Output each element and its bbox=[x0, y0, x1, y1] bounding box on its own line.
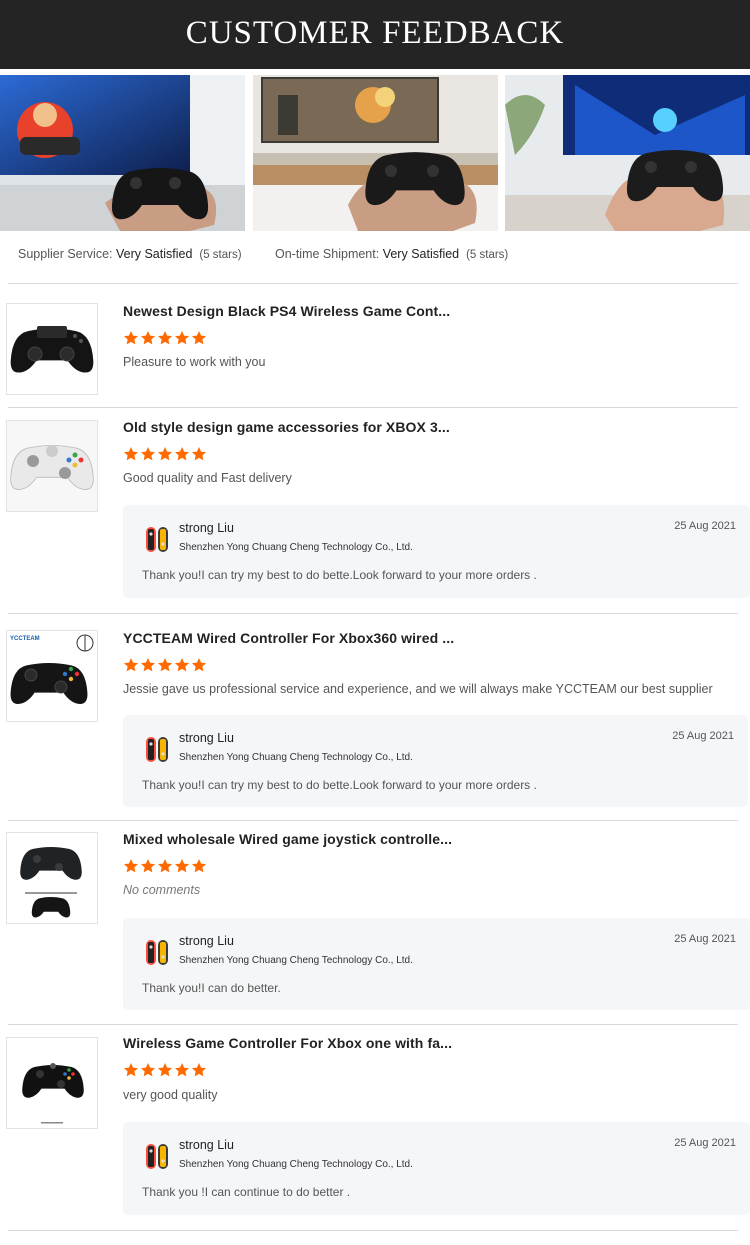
divider bbox=[8, 1230, 738, 1231]
reply-text: Thank you!I can do better. bbox=[142, 981, 281, 995]
star-icon bbox=[123, 657, 139, 673]
reply-author: strong Liu bbox=[179, 1138, 234, 1152]
star-icon bbox=[140, 657, 156, 673]
review-comment: No comments bbox=[123, 883, 201, 897]
supplier-logo-icon bbox=[145, 1143, 169, 1170]
review-comment: Good quality and Fast delivery bbox=[123, 471, 292, 485]
review-comment: very good quality bbox=[123, 1088, 218, 1102]
star-rating bbox=[123, 858, 208, 874]
star-rating bbox=[123, 657, 208, 673]
reply-author: strong Liu bbox=[179, 521, 234, 535]
divider bbox=[8, 283, 738, 284]
star-icon bbox=[123, 330, 139, 346]
star-icon bbox=[174, 1062, 190, 1078]
review-product-title[interactable]: YCCTEAM Wired Controller For Xbox360 wir… bbox=[123, 630, 454, 646]
star-icon bbox=[157, 858, 173, 874]
product-thumbnail[interactable] bbox=[6, 420, 98, 512]
star-icon bbox=[123, 858, 139, 874]
supplier-service-value: Very Satisfied bbox=[115, 247, 193, 261]
reply-company: Shenzhen Yong Chuang Cheng Technology Co… bbox=[179, 955, 413, 966]
supplier-logo-icon bbox=[145, 526, 169, 553]
divider bbox=[8, 407, 738, 408]
star-rating bbox=[123, 330, 208, 346]
supplier-logo-icon bbox=[145, 736, 169, 763]
review-comment: Jessie gave us professional service and … bbox=[123, 682, 713, 696]
star-icon bbox=[140, 330, 156, 346]
review-product-title[interactable]: Mixed wholesale Wired game joystick cont… bbox=[123, 831, 452, 847]
star-rating bbox=[123, 446, 208, 462]
star-icon bbox=[140, 1062, 156, 1078]
review-product-title[interactable]: Wireless Game Controller For Xbox one wi… bbox=[123, 1035, 452, 1051]
review-product-title[interactable]: Newest Design Black PS4 Wireless Game Co… bbox=[123, 303, 450, 319]
supplier-service-rating: Supplier Service: Very Satisfied (5 star… bbox=[18, 247, 242, 261]
divider bbox=[8, 820, 738, 821]
star-icon bbox=[191, 330, 207, 346]
product-thumbnail[interactable]: YCCTEAM bbox=[6, 630, 98, 722]
reply-date: 25 Aug 2021 bbox=[674, 933, 736, 945]
supplier-logo-icon bbox=[145, 939, 169, 966]
reply-company: Shenzhen Yong Chuang Cheng Technology Co… bbox=[179, 542, 413, 553]
supplier-reply: strong Liu Shenzhen Yong Chuang Cheng Te… bbox=[123, 1122, 750, 1215]
star-icon bbox=[191, 446, 207, 462]
star-icon bbox=[174, 858, 190, 874]
thumbnail-brand-text: YCCTEAM bbox=[10, 636, 40, 642]
star-icon bbox=[174, 446, 190, 462]
reply-company: Shenzhen Yong Chuang Cheng Technology Co… bbox=[179, 1159, 413, 1170]
shipment-value: Very Satisfied bbox=[382, 247, 460, 261]
reply-author: strong Liu bbox=[179, 731, 234, 745]
console-game-photo bbox=[505, 75, 750, 231]
star-icon bbox=[174, 657, 190, 673]
star-icon bbox=[157, 657, 173, 673]
reply-author: strong Liu bbox=[179, 934, 234, 948]
star-icon bbox=[174, 330, 190, 346]
review-product-title[interactable]: Old style design game accessories for XB… bbox=[123, 419, 450, 435]
star-rating bbox=[123, 1062, 208, 1078]
racing-game-photo bbox=[0, 75, 245, 231]
star-icon bbox=[123, 446, 139, 462]
divider bbox=[8, 613, 738, 614]
reply-date: 25 Aug 2021 bbox=[672, 730, 734, 742]
review-comment: Pleasure to work with you bbox=[123, 355, 266, 369]
star-icon bbox=[157, 1062, 173, 1078]
star-icon bbox=[140, 858, 156, 874]
shipment-rating: On-time Shipment: Very Satisfied (5 star… bbox=[275, 247, 508, 261]
shooter-game-photo bbox=[253, 75, 498, 231]
supplier-service-stars: (5 stars) bbox=[199, 249, 242, 261]
star-icon bbox=[157, 446, 173, 462]
star-icon bbox=[191, 657, 207, 673]
reply-company: Shenzhen Yong Chuang Cheng Technology Co… bbox=[179, 752, 413, 763]
product-thumbnail[interactable] bbox=[6, 303, 98, 395]
star-icon bbox=[140, 446, 156, 462]
shipment-label: On-time Shipment: bbox=[275, 247, 380, 261]
divider bbox=[8, 1024, 738, 1025]
reply-date: 25 Aug 2021 bbox=[674, 520, 736, 532]
supplier-service-label: Supplier Service: bbox=[18, 247, 113, 261]
page-title: CUSTOMER FEEDBACK bbox=[185, 15, 565, 51]
page-header: CUSTOMER FEEDBACK bbox=[0, 0, 750, 69]
product-thumbnail[interactable] bbox=[6, 832, 98, 924]
star-icon bbox=[157, 330, 173, 346]
star-icon bbox=[191, 858, 207, 874]
star-icon bbox=[123, 1062, 139, 1078]
reply-text: Thank you!I can try my best to do bette.… bbox=[142, 778, 537, 792]
reply-date: 25 Aug 2021 bbox=[674, 1137, 736, 1149]
supplier-reply: strong Liu Shenzhen Yong Chuang Cheng Te… bbox=[123, 715, 748, 807]
reply-text: Thank you !I can continue to do better . bbox=[142, 1185, 351, 1199]
product-thumbnail[interactable] bbox=[6, 1037, 98, 1129]
reply-text: Thank you!I can try my best to do bette.… bbox=[142, 568, 537, 582]
star-icon bbox=[191, 1062, 207, 1078]
supplier-reply: strong Liu Shenzhen Yong Chuang Cheng Te… bbox=[123, 505, 750, 598]
supplier-reply: strong Liu Shenzhen Yong Chuang Cheng Te… bbox=[123, 918, 750, 1010]
shipment-stars: (5 stars) bbox=[466, 249, 509, 261]
